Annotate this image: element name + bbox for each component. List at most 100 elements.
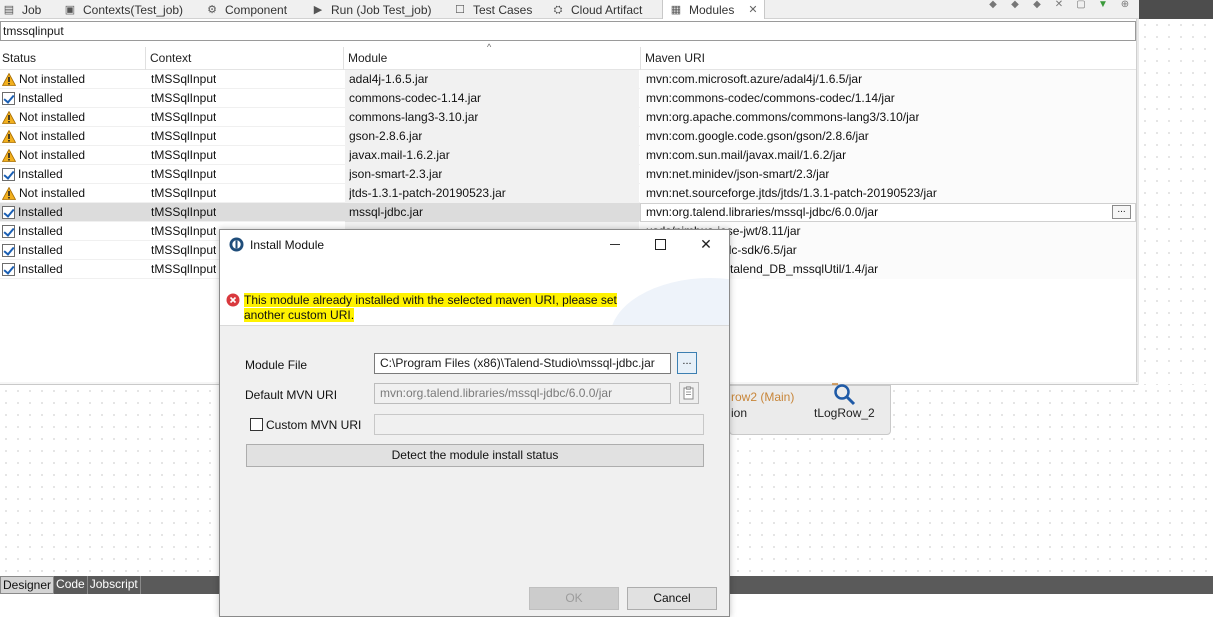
context-cell: tMSSqlInput xyxy=(151,224,217,238)
custom-mvn-checkbox[interactable] xyxy=(250,418,263,431)
status-cell: Not installed xyxy=(2,127,85,146)
checkbox-checked-icon xyxy=(2,206,15,219)
tab-label: Run (Job Test_job) xyxy=(331,2,432,17)
download-icon[interactable]: ▼ xyxy=(1097,0,1109,10)
modules-icon: ▦ xyxy=(670,3,682,16)
table-row[interactable]: Installed tMSSqlInput json-smart-2.3.jar mv… xyxy=(0,165,1136,184)
status-cell: Not installed xyxy=(2,108,85,127)
context-cell: tMSSqlInput xyxy=(151,205,217,219)
module-file-field[interactable]: C:\Program Files (x86)\Talend-Studio\mss… xyxy=(374,353,671,374)
status-cell: Installed xyxy=(2,241,63,260)
warning-icon xyxy=(2,187,16,200)
table-row[interactable]: Not installed tMSSqlInput commons-lang3-3.… xyxy=(0,108,1136,127)
context-cell: tMSSqlInput xyxy=(151,167,217,181)
status-cell: Installed xyxy=(2,222,63,241)
context-cell: tMSSqlInput xyxy=(151,110,217,124)
test-cases-icon: ☐ xyxy=(455,3,465,16)
maven-uri-cell: mvn:org.talend.libraries/mssql-jdbc/6.0.… xyxy=(646,205,879,219)
warning-icon xyxy=(2,130,16,143)
table-row[interactable]: Installed tMSSqlInput mssql-jdbc.jar mvn:or… xyxy=(0,203,1136,222)
talend-app-icon xyxy=(229,237,244,252)
dialog-title-bar[interactable]: Install Module ✕ xyxy=(220,230,729,260)
edit-uri-button[interactable]: ... xyxy=(1112,205,1131,219)
tab-label: Contexts(Test_job) xyxy=(83,2,184,17)
table-row[interactable]: Not installed tMSSqlInput gson-2.8.6.jar mv… xyxy=(0,127,1136,146)
context-cell: tMSSqlInput xyxy=(151,72,217,86)
checkbox-checked-icon xyxy=(2,168,15,181)
tab-cloud-artifact[interactable]: ⛭ Cloud Artifact xyxy=(551,0,643,19)
status-text: Not installed xyxy=(19,72,86,86)
module-cell: commons-lang3-3.10.jar xyxy=(349,110,479,124)
context-cell: tMSSqlInput xyxy=(151,148,217,162)
table-row[interactable]: Not installed tMSSqlInput javax.mail-1.6.2… xyxy=(0,146,1136,165)
context-cell: tMSSqlInput xyxy=(151,262,217,276)
delete-icon[interactable]: ✕ xyxy=(1053,0,1065,10)
contexts-icon: ▣ xyxy=(64,3,76,16)
detect-install-status-button[interactable]: Detect the module install status xyxy=(246,444,704,467)
status-text: Not installed xyxy=(19,110,86,124)
module-cell: commons-codec-1.14.jar xyxy=(349,91,482,105)
status-text: Not installed xyxy=(19,148,86,162)
add-icon[interactable]: ⊕ xyxy=(1119,0,1131,10)
tab-contexts[interactable]: ▣ Contexts(Test_job) xyxy=(63,0,183,19)
tab-jobscript[interactable]: Jobscript xyxy=(88,576,141,594)
tab-code[interactable]: Code xyxy=(54,576,88,594)
tab-component[interactable]: ⚙ Component xyxy=(205,0,287,19)
maven-uri-cell: mvn:net.minidev/json-smart/2.3/jar xyxy=(646,167,830,181)
context-cell: tMSSqlInput xyxy=(151,243,217,257)
warning-icon xyxy=(2,111,16,124)
module-cell: gson-2.8.6.jar xyxy=(349,129,423,143)
tab-label: Cloud Artifact xyxy=(571,2,643,17)
module-filter-input[interactable]: tmssqlinput xyxy=(0,21,1136,41)
component-name-tlogrow[interactable]: tLogRow_2 xyxy=(814,406,875,420)
browse-button[interactable]: ... xyxy=(677,352,697,374)
designer-canvas-edge xyxy=(1139,19,1213,385)
tab-label: Modules xyxy=(689,2,735,17)
table-row[interactable]: Not installed tMSSqlInput jtds-1.3.1-patch… xyxy=(0,184,1136,203)
maven-uri-cell: mvn:net.sourceforge.jtds/jtds/1.3.1-patc… xyxy=(646,186,937,200)
column-header-maven-uri[interactable]: Maven URI xyxy=(640,47,1136,70)
row-link-label: row2 (Main) xyxy=(731,390,795,404)
status-text: Installed xyxy=(18,205,63,219)
dialog-body: Module File C:\Program Files (x86)\Talen… xyxy=(220,326,729,616)
close-tab-icon[interactable]: ✕ xyxy=(748,3,757,16)
run-icon: ▶ xyxy=(313,3,323,16)
tab-modules[interactable]: ▦ Modules ✕ xyxy=(662,0,765,19)
maven-uri-cell: mvn:com.microsoft.azure/adal4j/1.6.5/jar xyxy=(646,72,863,86)
copy-uri-button xyxy=(679,382,699,404)
status-cell: Not installed xyxy=(2,146,85,165)
table-row[interactable]: Not installed tMSSqlInput adal4j-1.6.5.jar… xyxy=(0,70,1136,89)
column-header-module[interactable]: Module xyxy=(343,47,640,70)
cancel-button[interactable]: Cancel xyxy=(627,587,717,610)
tab-designer[interactable]: Designer xyxy=(0,576,55,594)
sync-icon[interactable]: ◆ xyxy=(1009,0,1021,10)
tab-label: Job xyxy=(22,2,42,17)
minimize-button[interactable] xyxy=(605,235,625,253)
error-message-text: This module already installed with the s… xyxy=(244,293,617,322)
refresh-icon[interactable]: ◆ xyxy=(1031,0,1043,10)
banner-decoration xyxy=(610,278,729,325)
dialog-title: Install Module xyxy=(250,238,325,252)
column-header-context[interactable]: Context xyxy=(145,47,343,70)
log-row-magnifier-icon[interactable] xyxy=(832,382,858,406)
copy-icon[interactable]: ▢ xyxy=(1075,0,1087,10)
component-icon: ⚙ xyxy=(207,3,217,16)
column-header-status[interactable]: Status xyxy=(0,47,145,70)
maximize-button[interactable] xyxy=(650,235,670,253)
warning-icon xyxy=(2,149,16,162)
table-header: Status Context Module Maven URI ^ xyxy=(0,42,1136,70)
tab-job[interactable]: ▤ Job xyxy=(2,0,42,19)
checkbox-checked-icon xyxy=(2,225,15,238)
install-module-dialog: Install Module ✕ This module already ins… xyxy=(219,229,730,617)
context-cell: tMSSqlInput xyxy=(151,129,217,143)
default-mvn-field: mvn:org.talend.libraries/mssql-jdbc/6.0.… xyxy=(374,383,671,404)
close-button[interactable]: ✕ xyxy=(696,235,716,253)
import-icon[interactable]: ◆ xyxy=(987,0,999,10)
custom-mvn-field xyxy=(374,414,704,435)
job-icon: ▤ xyxy=(3,3,15,16)
status-cell: Installed xyxy=(2,165,63,184)
tab-run[interactable]: ▶ Run (Job Test_job) xyxy=(311,0,432,19)
tab-test-cases[interactable]: ☐ Test Cases xyxy=(453,0,532,19)
table-row[interactable]: Installed tMSSqlInput commons-codec-1.14.j… xyxy=(0,89,1136,108)
status-text: Installed xyxy=(18,243,63,257)
